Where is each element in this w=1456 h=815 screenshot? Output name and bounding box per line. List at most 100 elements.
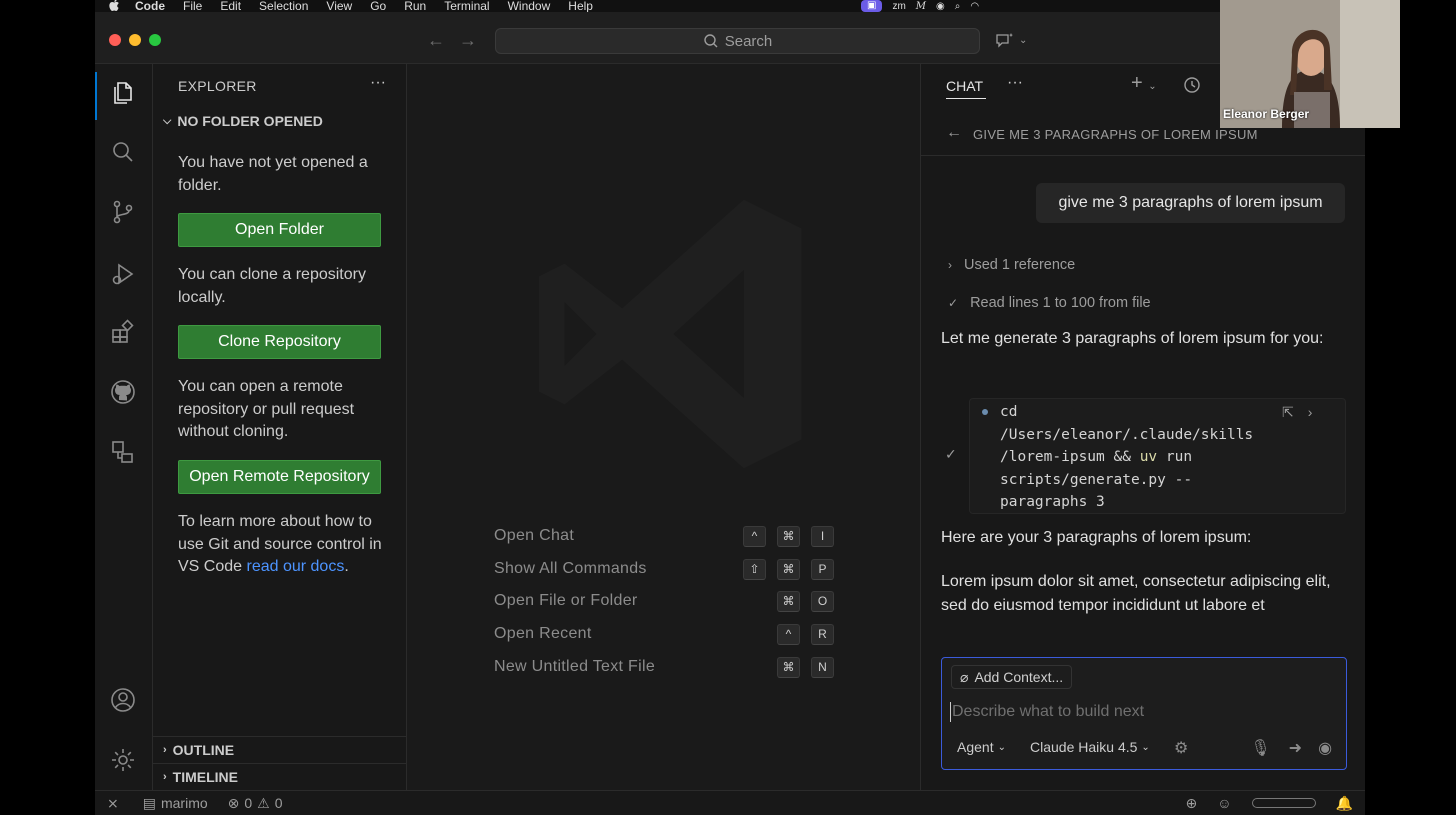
problems-status[interactable]: ⊗ 0 ⚠ 0 xyxy=(228,795,283,812)
command-center-search[interactable]: Search xyxy=(495,28,980,54)
settings-gear-icon[interactable] xyxy=(108,745,138,775)
zoom-share-icon[interactable]: ▣ xyxy=(861,0,883,12)
m-tray-icon[interactable]: M xyxy=(916,1,926,12)
vscode-window: ← → Search ⌄ EXPLORER ··· ⌵ NO FOLDER OP… xyxy=(95,12,1365,815)
explorer-icon[interactable] xyxy=(108,77,138,107)
explorer-title: EXPLORER xyxy=(178,78,257,94)
close-window-button[interactable] xyxy=(109,34,121,46)
read-file-step: ✓ Read lines 1 to 100 from file xyxy=(948,295,1151,311)
copilot-menu-button[interactable]: ⌄ xyxy=(995,32,1027,48)
key-p: P xyxy=(811,558,834,580)
stop-icon[interactable]: ◉ xyxy=(1318,738,1332,758)
remote-explorer-icon[interactable] xyxy=(108,437,138,467)
forward-arrow-icon[interactable]: → xyxy=(459,30,477,51)
chat-input-field[interactable]: Describe what to build next xyxy=(950,702,1144,722)
apple-icon[interactable] xyxy=(109,0,125,12)
notifications-bell-icon[interactable]: 🔔 xyxy=(1336,795,1353,812)
shortcut-open-recent[interactable]: Open Recent ^ R xyxy=(494,622,834,646)
active-tab-underline xyxy=(946,98,986,99)
error-icon: ⊗ xyxy=(227,794,240,811)
key-cmd: ⌘ xyxy=(777,590,800,612)
webcam-overlay: Eleanor Berger xyxy=(1220,0,1400,128)
github-icon[interactable] xyxy=(108,377,138,407)
menu-window[interactable]: Window xyxy=(508,0,551,12)
chevron-right-icon[interactable]: › xyxy=(1308,404,1313,421)
microphone-icon[interactable]: 🎙 xyxy=(1250,738,1270,758)
menu-edit[interactable]: Edit xyxy=(220,0,241,12)
search-icon[interactable] xyxy=(108,137,138,167)
minimize-window-button[interactable] xyxy=(129,34,141,46)
terminal-command: cd /Users/eleanor/.claude/skills /lorem-… xyxy=(1000,404,1254,511)
wifi-icon[interactable]: ◠ xyxy=(970,1,979,12)
menu-go[interactable]: Go xyxy=(370,0,386,12)
timeline-title: TIMELINE xyxy=(172,769,239,785)
extensions-icon[interactable] xyxy=(108,317,138,347)
focus-terminal-icon[interactable]: ⇱ xyxy=(1282,404,1294,421)
more-actions-icon[interactable]: ··· xyxy=(1007,74,1023,92)
spotlight-icon[interactable]: ⌕ xyxy=(955,1,961,12)
title-bar: ← → Search ⌄ xyxy=(95,12,1365,64)
chevron-down-icon: ⌄ xyxy=(1141,741,1150,753)
kernel-status[interactable]: ▤ marimo xyxy=(143,795,208,812)
used-reference-step[interactable]: › Used 1 reference xyxy=(948,257,1075,273)
open-remote-repository-button[interactable]: Open Remote Repository xyxy=(178,460,381,494)
no-folder-section-header[interactable]: ⌵ NO FOLDER OPENED xyxy=(163,113,323,129)
history-icon[interactable] xyxy=(1183,76,1201,94)
menu-run[interactable]: Run xyxy=(404,0,426,12)
chat-session-title: GIVE ME 3 PARAGRAPHS OF LOREM IPSUM xyxy=(973,127,1258,142)
clone-repository-button[interactable]: Clone Repository xyxy=(178,325,381,359)
copilot-status-icon[interactable]: ☺ xyxy=(1217,795,1231,811)
menu-terminal[interactable]: Terminal xyxy=(444,0,489,12)
terminal-command-block[interactable]: cd /Users/eleanor/.claude/skills /lorem-… xyxy=(969,398,1346,514)
checkmark-icon: ✓ xyxy=(945,446,957,462)
step-label: Read lines 1 to 100 from file xyxy=(970,295,1151,311)
macos-menubar: Code File Edit Selection View Go Run Ter… xyxy=(95,0,1220,12)
shortcut-label: Open Recent xyxy=(494,625,592,642)
read-docs-link[interactable]: read our docs xyxy=(246,558,344,575)
search-icon xyxy=(704,34,718,48)
remote-indicator-icon[interactable]: ⨯ xyxy=(107,795,119,812)
status-bar: ⨯ ▤ marimo ⊗ 0 ⚠ 0 ⊕ ☺ 🔔 xyxy=(95,790,1365,815)
send-arrow-icon[interactable]: ➜ xyxy=(1289,738,1302,758)
menu-view[interactable]: View xyxy=(326,0,352,12)
warning-icon: ⚠ xyxy=(257,794,270,811)
zoom-icon[interactable]: ⊕ xyxy=(1186,795,1198,812)
open-folder-button[interactable]: Open Folder xyxy=(178,213,381,247)
status-dot-icon xyxy=(982,409,988,415)
key-n: N xyxy=(811,656,834,678)
menu-selection[interactable]: Selection xyxy=(259,0,308,12)
progress-indicator xyxy=(1251,798,1316,808)
menu-help[interactable]: Help xyxy=(568,0,593,12)
zoom-tray-icon[interactable]: zm xyxy=(892,1,905,12)
learn-more-text: To learn more about how to use Git and s… xyxy=(178,511,388,579)
source-control-icon[interactable] xyxy=(108,197,138,227)
menu-file[interactable]: File xyxy=(183,0,202,12)
new-chat-plus-icon[interactable]: + ⌄ xyxy=(1131,72,1157,95)
account-icon[interactable] xyxy=(108,685,138,715)
model-dropdown[interactable]: Claude Haiku 4.5 ⌄ xyxy=(1030,739,1150,755)
shortcut-label: Open Chat xyxy=(494,527,575,544)
tools-icon[interactable]: ⚙ xyxy=(1174,738,1188,758)
shortcut-show-all-commands[interactable]: Show All Commands ⇧ ⌘ P xyxy=(494,557,834,581)
menu-app[interactable]: Code xyxy=(135,0,165,12)
timeline-section-header[interactable]: › TIMELINE xyxy=(153,763,407,790)
record-icon[interactable]: ◉ xyxy=(936,1,945,12)
shortcut-open-chat[interactable]: Open Chat ^ ⌘ I xyxy=(494,524,834,548)
run-debug-icon[interactable] xyxy=(108,259,138,289)
shortcut-open-file-or-folder[interactable]: Open File or Folder ⌘ O xyxy=(494,589,834,613)
key-o: O xyxy=(811,590,834,612)
add-context-button[interactable]: ⌀ Add Context... xyxy=(951,665,1073,689)
more-actions-icon[interactable]: ··· xyxy=(370,74,386,92)
maximize-window-button[interactable] xyxy=(149,34,161,46)
shortcut-new-untitled-file[interactable]: New Untitled Text File ⌘ N xyxy=(494,655,834,679)
key-cmd: ⌘ xyxy=(777,558,800,580)
chevron-down-icon: ⌵ xyxy=(163,114,172,127)
tab-chat[interactable]: CHAT xyxy=(946,78,983,94)
chat-input-box[interactable]: ⌀ Add Context... Describe what to build … xyxy=(941,657,1347,770)
step-label: Used 1 reference xyxy=(964,257,1076,273)
user-message: give me 3 paragraphs of lorem ipsum xyxy=(1036,183,1345,223)
agent-mode-dropdown[interactable]: Agent ⌄ xyxy=(957,739,1006,755)
outline-section-header[interactable]: › OUTLINE xyxy=(153,736,407,763)
back-arrow-icon[interactable]: ← xyxy=(427,30,445,51)
back-arrow-icon[interactable]: ← xyxy=(946,124,962,142)
